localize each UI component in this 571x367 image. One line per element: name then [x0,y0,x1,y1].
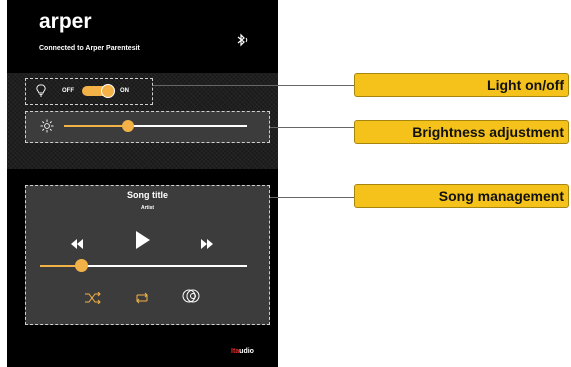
song-artist: Artist [140,205,155,211]
callout-light-toggle: Light on/off [354,73,569,97]
rewind-icon[interactable] [71,236,83,254]
off-label: OFF [62,88,74,94]
callout-label: Light on/off [487,77,564,93]
sun-icon [40,119,54,138]
callout-song-management: Song management [354,184,569,208]
brightness-slider-fill [64,125,129,127]
brightness-slider-handle[interactable] [122,120,135,132]
play-icon[interactable] [136,231,150,254]
app-title: arper [39,10,92,33]
phone-screen: arper Connected to Arper Parentesit OFF … [7,0,278,367]
brand-prefix: Ita [231,348,240,355]
leader-line-light [153,85,354,86]
on-label: ON [120,88,129,94]
switch-knob[interactable] [101,84,115,98]
bulb-icon [36,84,46,102]
fast-forward-icon[interactable] [201,236,213,254]
callout-label: Song management [438,188,564,204]
leader-line-brightness [270,127,354,128]
brightness-panel [25,111,270,143]
song-panel: Song title Artist [25,185,270,325]
light-toggle-area: OFF ON [25,78,153,105]
light-switch[interactable] [82,84,115,98]
repeat-icon[interactable] [135,291,149,309]
callout-brightness: Brightness adjustment [354,120,569,144]
shuffle-icon[interactable] [85,291,101,309]
brand-suffix: udio [239,348,254,355]
speaker-icon[interactable] [182,289,200,308]
connection-status: Connected to Arper Parentesit [39,45,140,52]
brand-logo: Itaudio [231,348,254,355]
bluetooth-icon[interactable] [235,33,249,52]
callout-label: Brightness adjustment [412,124,564,140]
leader-line-song [270,197,354,198]
song-title: Song title [127,190,168,200]
song-progress-handle[interactable] [74,259,88,272]
